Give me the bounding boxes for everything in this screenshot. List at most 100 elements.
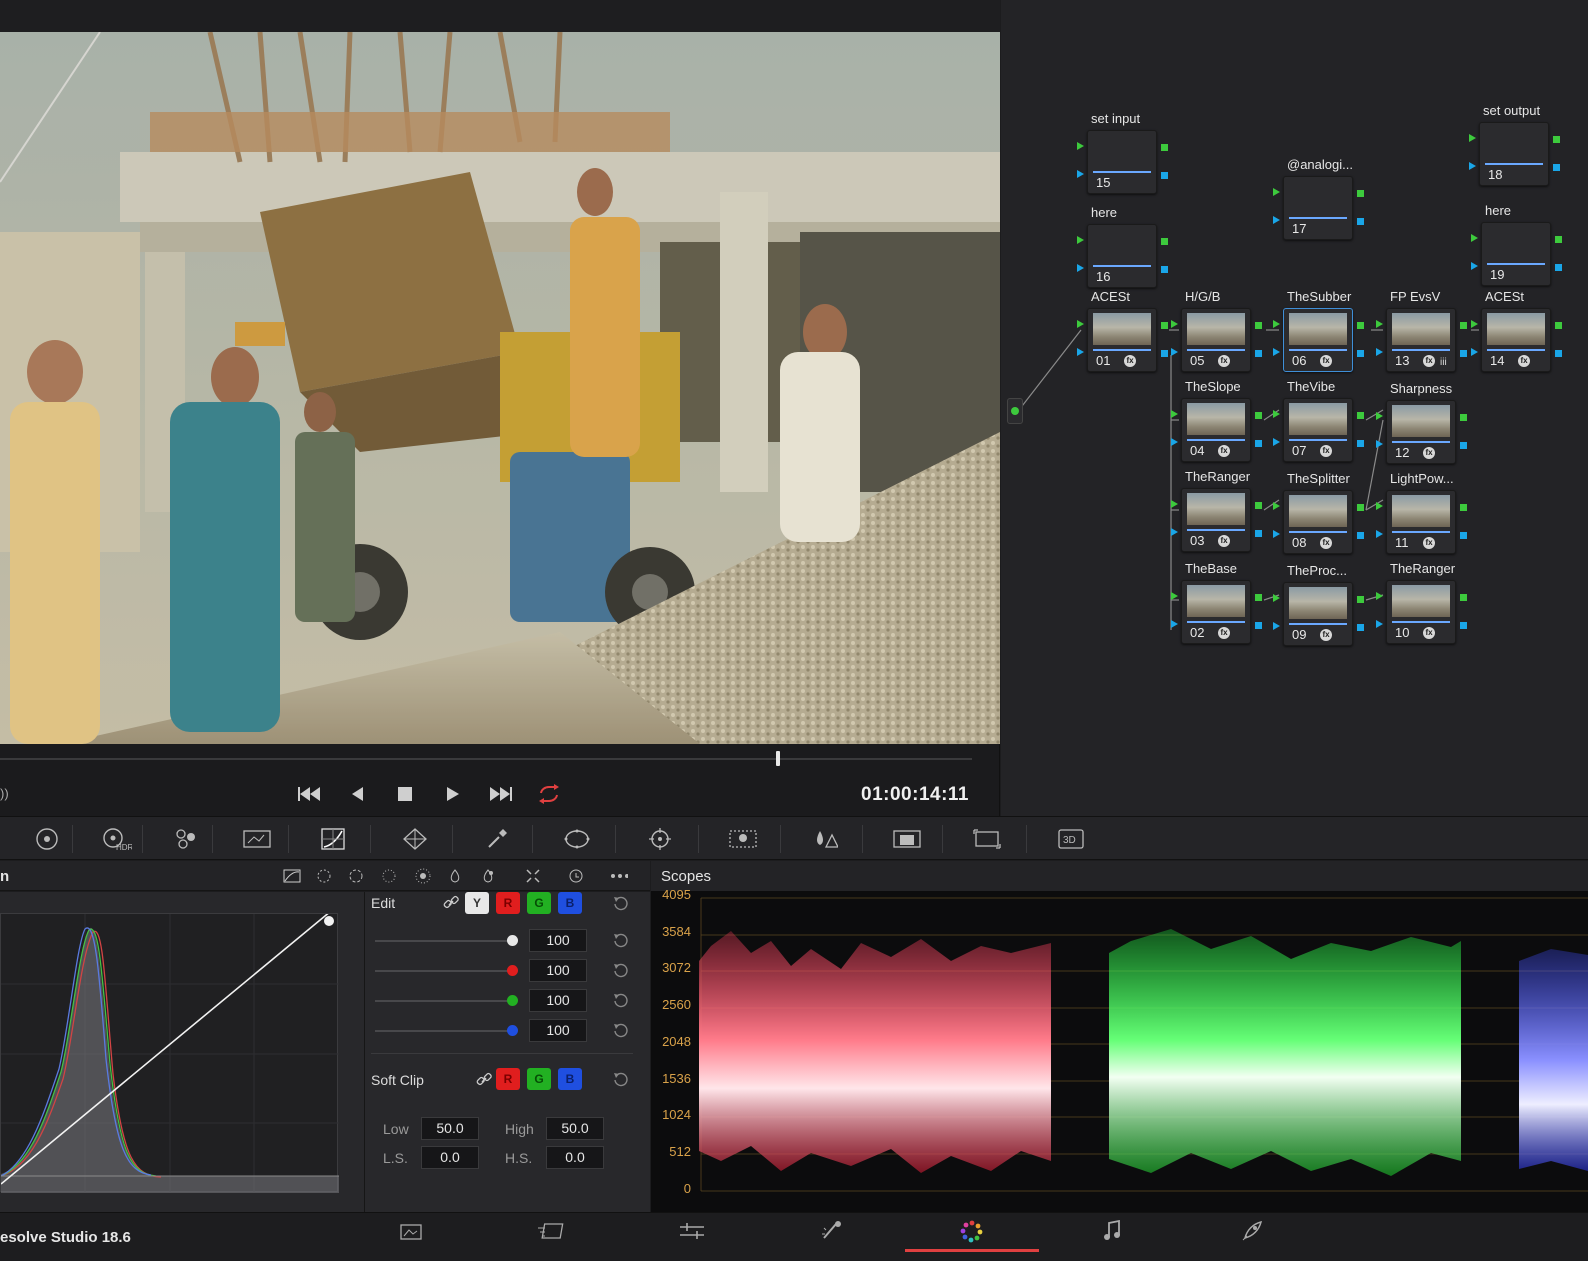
alpha-output-pin[interactable] [1555, 264, 1562, 271]
b-intensity-slider[interactable] [375, 1030, 515, 1032]
timeline-scrubber[interactable] [0, 758, 972, 760]
alpha-output-pin[interactable] [1255, 530, 1262, 537]
hue-vs-hue-icon[interactable] [315, 867, 333, 885]
node-04[interactable]: 04 fx [1181, 398, 1251, 462]
soft-clip-link-icon[interactable] [476, 1072, 492, 1088]
rgb-output-pin[interactable] [1553, 136, 1560, 143]
tracker-icon[interactable] [643, 827, 677, 851]
alpha-output-pin[interactable] [1161, 350, 1168, 357]
rgb-input-pin[interactable] [1077, 236, 1084, 244]
alpha-input-pin[interactable] [1077, 170, 1084, 178]
ls-value[interactable]: 0.0 [421, 1146, 479, 1169]
alpha-output-pin[interactable] [1555, 350, 1562, 357]
alpha-input-pin[interactable] [1077, 348, 1084, 356]
source-node[interactable] [1007, 398, 1023, 424]
fusion-page-icon[interactable] [765, 1215, 899, 1247]
volume-indicator[interactable]: )) [0, 786, 9, 801]
node-17[interactable]: 17 [1283, 176, 1353, 240]
playhead[interactable] [776, 751, 780, 766]
camera-raw-icon[interactable] [30, 827, 64, 851]
rgb-output-pin[interactable] [1357, 190, 1364, 197]
alpha-output-pin[interactable] [1357, 440, 1364, 447]
rgb-input-pin[interactable] [1471, 320, 1478, 328]
rgb-input-pin[interactable] [1273, 188, 1280, 196]
channel-y-button[interactable]: Y [465, 892, 489, 914]
alpha-output-pin[interactable] [1357, 532, 1364, 539]
more-options-icon[interactable] [610, 867, 628, 885]
node-11[interactable]: 11 fx [1386, 490, 1456, 554]
rgb-output-pin[interactable] [1255, 502, 1262, 509]
channel-r-button[interactable]: R [496, 892, 520, 914]
rgb-input-pin[interactable] [1469, 134, 1476, 142]
alpha-output-pin[interactable] [1255, 350, 1262, 357]
color-warper-icon[interactable] [398, 827, 432, 851]
alpha-output-pin[interactable] [1161, 266, 1168, 273]
rgb-input-pin[interactable] [1171, 320, 1178, 328]
y-intensity-slider[interactable] [375, 940, 515, 942]
curves-icon[interactable] [316, 827, 350, 851]
rgb-input-pin[interactable] [1171, 410, 1178, 418]
rgb-input-pin[interactable] [1273, 320, 1280, 328]
stop-icon[interactable] [392, 781, 418, 807]
alpha-input-pin[interactable] [1077, 264, 1084, 272]
node-01[interactable]: 01 fx [1087, 308, 1157, 372]
curve-graph[interactable] [0, 910, 339, 1193]
rgb-mixer-icon[interactable] [170, 827, 204, 851]
color-page-icon[interactable] [905, 1215, 1039, 1252]
node-12[interactable]: 12 fx [1386, 400, 1456, 464]
expand-icon[interactable] [524, 867, 542, 885]
curves-reset-icon[interactable] [567, 867, 585, 885]
rgb-input-pin[interactable] [1273, 410, 1280, 418]
node-06[interactable]: 06 fx [1283, 308, 1353, 372]
alpha-input-pin[interactable] [1471, 348, 1478, 356]
hdr-wheels-icon[interactable]: HDR [100, 827, 134, 851]
hue-vs-lum-icon[interactable] [380, 867, 398, 885]
rgb-output-pin[interactable] [1255, 412, 1262, 419]
node-08[interactable]: 08 fx [1283, 490, 1353, 554]
alpha-output-pin[interactable] [1161, 172, 1168, 179]
node-09[interactable]: 09 fx [1283, 582, 1353, 646]
node-editor[interactable]: set input 15 here 16 @analogi... 17 set output… [1001, 0, 1588, 816]
alpha-input-pin[interactable] [1273, 216, 1280, 224]
alpha-input-pin[interactable] [1171, 348, 1178, 356]
sat-vs-sat-icon[interactable] [446, 867, 464, 885]
y-intensity-value[interactable]: 100 [529, 929, 587, 952]
3d-icon[interactable]: 3D [1054, 827, 1088, 851]
rgb-output-pin[interactable] [1357, 504, 1364, 511]
alpha-output-pin[interactable] [1460, 622, 1467, 629]
rgb-output-pin[interactable] [1161, 238, 1168, 245]
node-19[interactable]: 19 [1481, 222, 1551, 286]
node-13[interactable]: 13 fx iii [1386, 308, 1456, 372]
rgb-input-pin[interactable] [1273, 594, 1280, 602]
r-intensity-value[interactable]: 100 [529, 959, 587, 982]
rgb-output-pin[interactable] [1555, 322, 1562, 329]
go-to-start-icon[interactable] [296, 781, 322, 807]
rgb-output-pin[interactable] [1555, 236, 1562, 243]
alpha-output-pin[interactable] [1357, 624, 1364, 631]
r-intensity-handle[interactable] [507, 965, 518, 976]
rgb-input-pin[interactable] [1171, 500, 1178, 508]
media-page-icon[interactable] [344, 1215, 478, 1247]
r-reset-icon[interactable] [613, 962, 629, 978]
rgb-output-pin[interactable] [1460, 322, 1467, 329]
r-intensity-slider[interactable] [375, 970, 515, 972]
node-15[interactable]: 15 [1087, 130, 1157, 194]
alpha-input-pin[interactable] [1273, 438, 1280, 446]
soft-clip-g-button[interactable]: G [527, 1068, 551, 1090]
y-intensity-handle[interactable] [507, 935, 518, 946]
play-icon[interactable] [440, 781, 466, 807]
qualifier-icon[interactable] [480, 827, 514, 851]
rgb-output-pin[interactable] [1460, 594, 1467, 601]
rgb-output-pin[interactable] [1255, 594, 1262, 601]
play-reverse-icon[interactable] [344, 781, 370, 807]
alpha-input-pin[interactable] [1376, 440, 1383, 448]
blur-icon[interactable] [808, 827, 842, 851]
viewer-image[interactable] [0, 32, 1000, 744]
alpha-output-pin[interactable] [1357, 350, 1364, 357]
node-07[interactable]: 07 fx [1283, 398, 1353, 462]
g-intensity-slider[interactable] [375, 1000, 515, 1002]
y-reset-icon[interactable] [613, 932, 629, 948]
rgb-input-pin[interactable] [1376, 320, 1383, 328]
high-value[interactable]: 50.0 [546, 1117, 604, 1140]
rgb-output-pin[interactable] [1357, 596, 1364, 603]
